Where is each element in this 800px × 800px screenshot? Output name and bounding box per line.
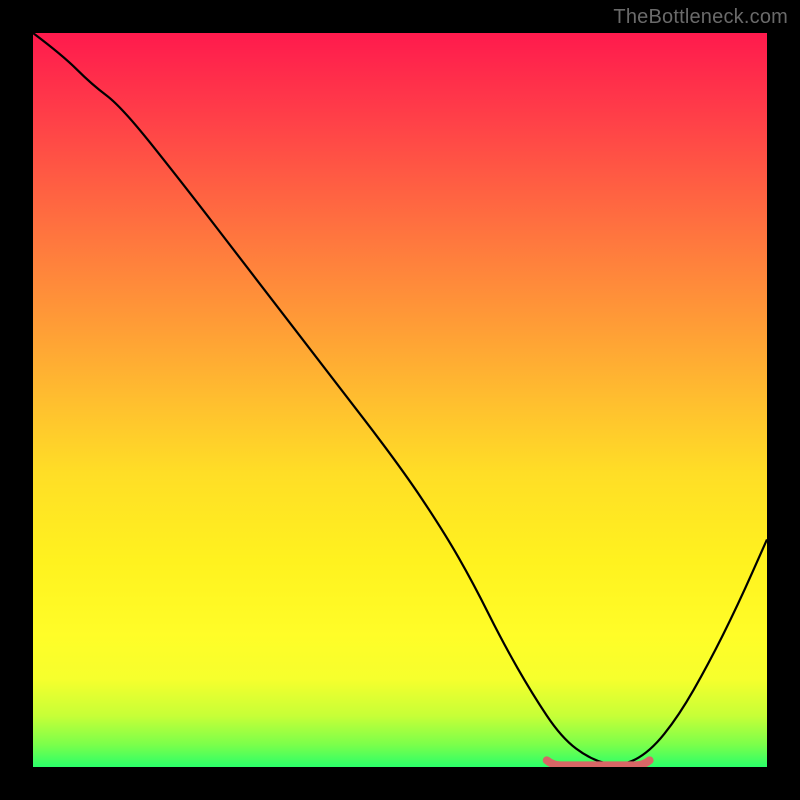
watermark-text: TheBottleneck.com [613,6,788,29]
bottleneck-curve [33,33,767,765]
curve-layer [33,33,767,767]
chart-frame: TheBottleneck.com [0,0,800,800]
plot-area [33,33,767,767]
